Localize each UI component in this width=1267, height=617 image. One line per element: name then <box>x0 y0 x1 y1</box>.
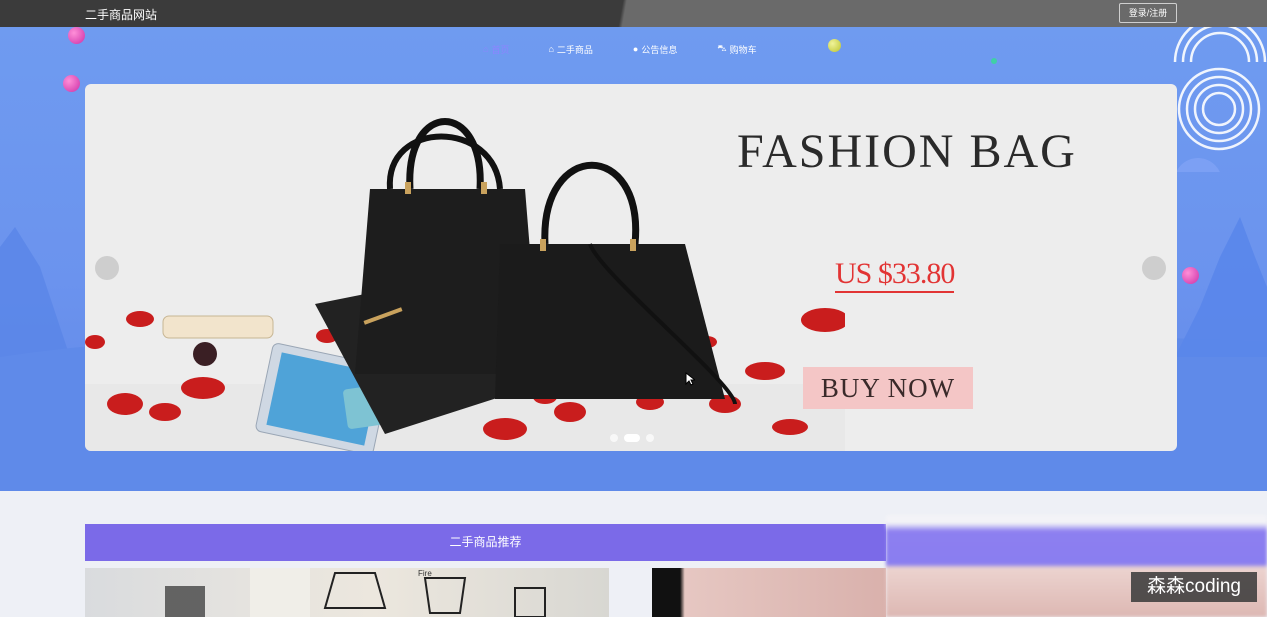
mouse-cursor-icon <box>685 372 695 386</box>
nav-item-cart[interactable]: ⛍ 购物车 <box>717 41 756 57</box>
buy-now-button[interactable]: BUY NOW <box>803 367 973 409</box>
nav-item-home[interactable]: ⌂ 首页 <box>483 41 509 57</box>
handbag-product-image <box>85 118 845 451</box>
info-icon: ● <box>632 44 639 54</box>
svg-text:Fire: Fire <box>418 569 432 578</box>
banner-headline: FASHION BAG <box>737 125 1077 178</box>
decorative-ball <box>1182 267 1199 284</box>
main-nav: ⌂ 首页 ⌂ 二手商品 ● 公告信息 ⛍ 购物车 <box>470 41 757 57</box>
decorative-rings <box>1173 27 1267 172</box>
carousel-dot[interactable] <box>646 434 654 442</box>
hero-section: ⌂ 首页 ⌂ 二手商品 ● 公告信息 ⛍ 购物车 FASHION BAG US … <box>0 27 1267 491</box>
nav-item-label: 购物车 <box>729 44 757 55</box>
home-icon: ⌂ <box>483 44 489 54</box>
banner-carousel[interactable]: FASHION BAG US $33.80 BUY NOW <box>85 84 1177 451</box>
product-photo: Fire <box>165 568 546 617</box>
nav-item-announcements[interactable]: ● 公告信息 <box>633 41 677 57</box>
carousel-indicators <box>610 434 654 442</box>
carousel-prev-arrow[interactable] <box>95 256 119 280</box>
section-title-recommended-goods: 二手商品推荐 <box>85 524 886 561</box>
decorative-ball <box>991 58 997 64</box>
nav-item-secondhand-goods[interactable]: ⌂ 二手商品 <box>548 41 592 57</box>
banner-price: US $33.80 <box>835 257 955 293</box>
nav-item-label: 首页 <box>491 44 510 55</box>
decorative-ball <box>63 75 80 92</box>
top-bar: 二手商品网站 登录/注册 <box>0 0 1267 27</box>
carousel-dot[interactable] <box>610 434 618 442</box>
watermark-label: 森森coding <box>1131 572 1257 602</box>
nav-item-label: 公告信息 <box>641 44 678 55</box>
login-register-button[interactable]: 登录/注册 <box>1119 3 1177 23</box>
nav-item-label: 二手商品 <box>556 44 593 55</box>
cart-icon: ⛍ <box>717 43 727 53</box>
decorative-ball <box>828 39 841 52</box>
site-title[interactable]: 二手商品网站 <box>85 6 157 23</box>
product-card-image[interactable] <box>652 568 886 617</box>
product-card-image[interactable]: Fire <box>85 568 609 617</box>
shop-icon: ⌂ <box>548 44 554 54</box>
decorative-ball <box>68 27 85 44</box>
carousel-next-arrow[interactable] <box>1142 256 1166 280</box>
carousel-dot-active[interactable] <box>624 434 640 442</box>
